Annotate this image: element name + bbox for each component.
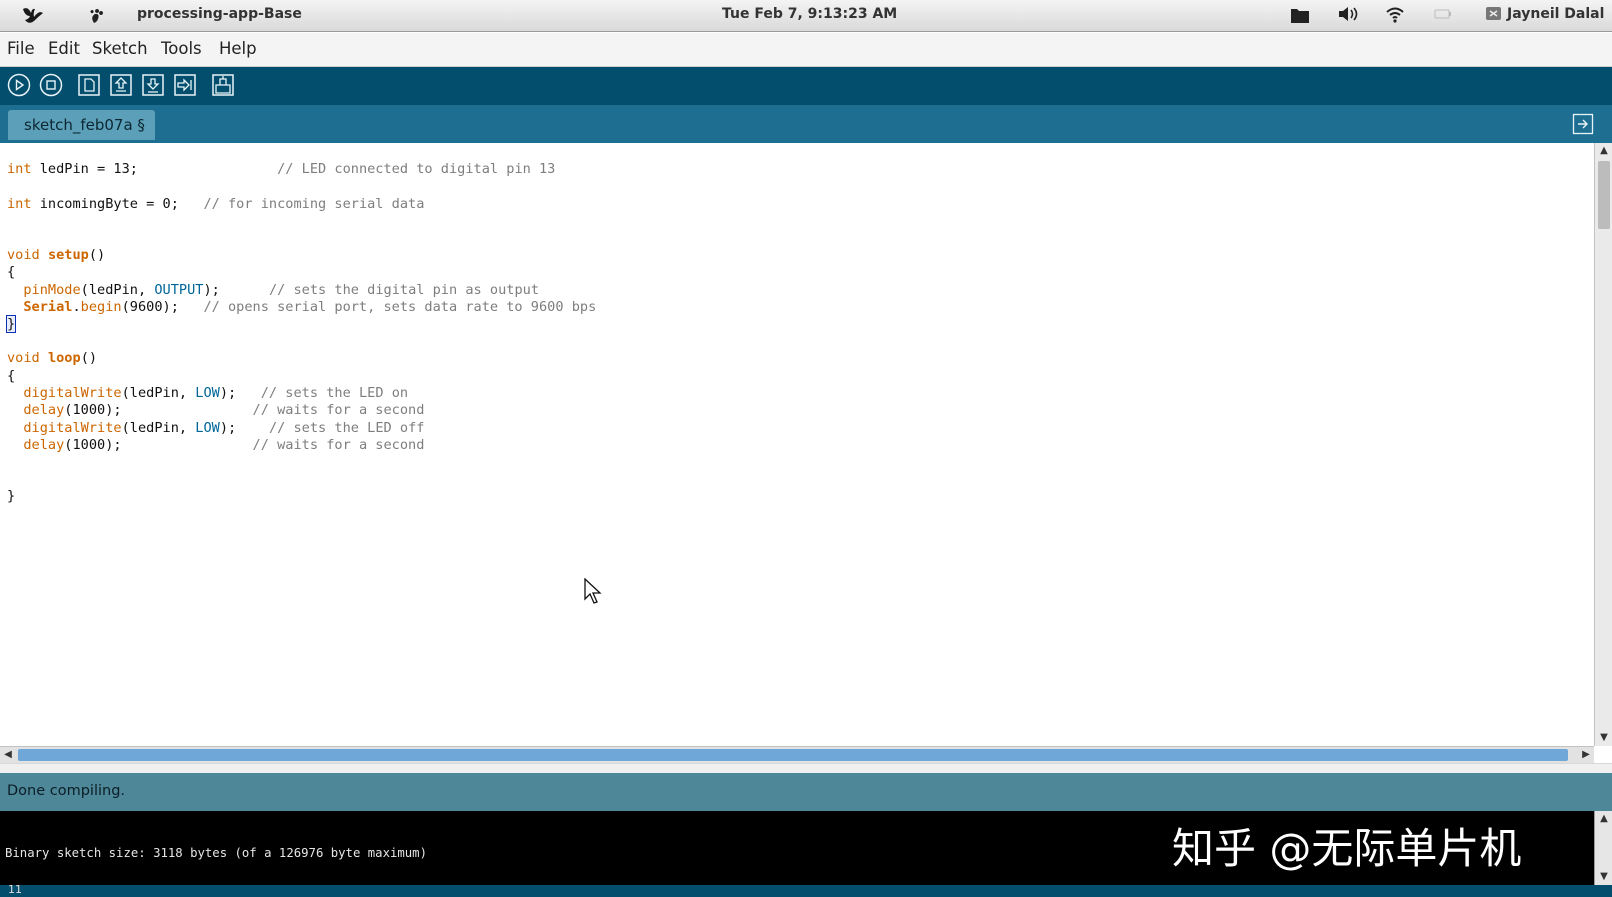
scroll-left-icon[interactable]: ◀ [0,747,16,763]
code-line-8: void loop() [7,350,98,366]
folder-icon[interactable] [1290,6,1310,29]
line-number-bar: 11 [0,883,1612,897]
scroll-up-icon[interactable]: ▲ [1595,143,1612,159]
editor-vertical-scrollbar[interactable]: ▲ ▼ [1594,143,1612,746]
gnome-foot-icon[interactable] [88,5,106,30]
code-line-12: digitalWrite(ledPin, LOW); // sets the L… [23,420,425,436]
tab-sketch[interactable]: sketch_feb07a § [8,110,155,140]
system-top-bar: processing-app-Base Tue Feb 7, 9:13:23 A… [0,0,1612,32]
stop-button[interactable] [39,73,63,97]
tab-menu-icon [1572,113,1594,135]
stop-icon [39,73,63,97]
new-button[interactable] [77,73,101,97]
watermark: 知乎 @无际单片机 [1172,824,1522,873]
clock[interactable]: Tue Feb 7, 9:13:23 AM [722,6,897,22]
menu-file[interactable]: File [7,39,35,58]
code-line-5: pinMode(ledPin, OUTPUT); // sets the dig… [23,282,540,298]
menu-help[interactable]: Help [219,39,257,58]
mouse-pointer-icon [584,578,602,604]
code-line-11: delay(1000); // waits for a second [23,402,425,418]
console-output[interactable]: Binary sketch size: 3118 bytes (of a 126… [0,811,1594,885]
serial-monitor-icon [212,74,234,96]
code-line-6: Serial.begin(9600); // opens serial port… [23,299,597,315]
code-line-9: { [7,368,16,384]
upload-icon [174,74,196,96]
upload-button[interactable] [173,73,197,97]
menu-sketch[interactable]: Sketch [92,39,148,58]
open-icon [110,74,132,96]
menu-edit[interactable]: Edit [48,39,80,58]
save-button[interactable] [141,73,165,97]
status-bar: Done compiling. [0,773,1612,811]
system-menu-icon[interactable] [20,5,46,32]
console-scrollbar[interactable]: ▲ ▼ [1594,811,1612,885]
code-line-4: { [7,264,16,280]
toolbar [0,67,1612,105]
code-line-13: delay(1000); // waits for a second [23,437,425,453]
code-line-7: } [5,315,17,333]
code-line-10: digitalWrite(ledPin, LOW); // sets the L… [23,385,409,401]
tab-menu-button[interactable] [1572,113,1594,135]
new-file-icon [78,74,100,96]
user-icon[interactable] [1485,5,1503,28]
status-message: Done compiling. [7,783,126,799]
battery-icon[interactable] [1434,5,1452,28]
play-icon [7,73,31,97]
code-line-1: int ledPin = 13; // LED connected to dig… [7,161,556,177]
scroll-right-icon[interactable]: ▶ [1578,747,1594,763]
vertical-scroll-thumb[interactable] [1598,161,1610,229]
horizontal-scroll-thumb[interactable] [18,749,1568,761]
menu-tools[interactable]: Tools [161,39,202,58]
scroll-down-icon[interactable]: ▼ [1595,730,1612,746]
code-line-14: } [7,488,16,504]
open-button[interactable] [109,73,133,97]
code-line-2: int incomingByte = 0; // for incoming se… [7,196,425,212]
code-editor[interactable]: int ledPin = 13; // LED connected to dig… [0,143,1594,746]
save-icon [142,74,164,96]
wifi-icon[interactable] [1385,5,1405,28]
console-text: Binary sketch size: 3118 bytes (of a 126… [5,846,427,860]
active-app-name[interactable]: processing-app-Base [137,6,302,22]
bracket-match: } [5,315,17,333]
console-scroll-up-icon[interactable]: ▲ [1595,811,1612,827]
volume-icon[interactable] [1337,5,1359,28]
tab-strip: sketch_feb07a § [0,105,1612,143]
editor-horizontal-scrollbar[interactable]: ◀ ▶ [0,746,1594,763]
menu-bar: File Edit Sketch Tools Help [0,33,1612,67]
user-name[interactable]: Jayneil Dalal [1507,6,1604,22]
code-line-3: void setup() [7,247,106,263]
console-scroll-down-icon[interactable]: ▼ [1595,869,1612,885]
verify-button[interactable] [7,73,31,97]
serial-monitor-button[interactable] [211,73,235,97]
line-number: 11 [8,883,22,896]
